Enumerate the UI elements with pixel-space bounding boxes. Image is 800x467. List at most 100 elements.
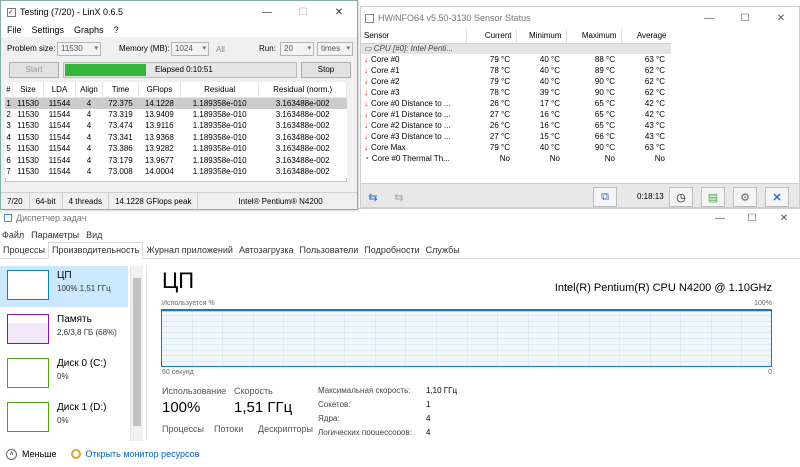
sidebar-scrollbar-thumb[interactable] — [133, 278, 141, 426]
linx-menu-graphs[interactable]: Graphs — [74, 25, 104, 35]
sensor-value-cell: 27 °C — [489, 110, 510, 119]
linx-close-button[interactable]: ✕ — [321, 7, 357, 18]
open-resource-monitor-link[interactable]: Открыть монитор ресурсов — [70, 449, 199, 459]
sensor-name-cell: ↓ Core #1 — [361, 65, 466, 76]
minimize-button[interactable]: — — [704, 213, 736, 224]
sensor-col-header[interactable]: Current — [466, 29, 517, 44]
sensor-row[interactable]: ↓ Core Max 79 °C 40 °C 90 °C 63 °C — [361, 142, 671, 153]
sidebar-item-disk-0[interactable]: Диск 0 (C:) 0% — [0, 354, 128, 395]
sensor-row[interactable]: ↓ Core #3 78 °C 39 °C 90 °C 62 °C — [361, 87, 671, 98]
table-row[interactable]: 2 11530 11544 4 73.319 13.9409 1.189358e-010 3.… — [5, 109, 347, 121]
logical-processors-label: Логических процессоров: — [318, 428, 412, 435]
linx-menu-help[interactable]: ? — [114, 25, 119, 35]
table-row[interactable]: 4 11530 11544 4 73.341 13.9368 1.189358e-010 3.… — [5, 132, 347, 144]
tab-performance[interactable]: Производительность — [48, 242, 144, 259]
table-cell: 1.189358e-010 — [192, 144, 247, 154]
cpu-pane-title: ЦП — [162, 268, 195, 293]
linx-minimize-button[interactable]: — — [249, 7, 285, 18]
sensor-row[interactable]: ↓ Core #0 Distance to ... 26 °C 17 °C 65 °C 4… — [361, 98, 671, 109]
menu-view[interactable]: Вид — [86, 230, 102, 240]
table-cell: 1.189358e-010 — [192, 109, 247, 119]
tab-app-history[interactable]: Журнал приложений — [143, 243, 236, 258]
clock-icon[interactable]: ◷ — [669, 187, 693, 207]
network-icon[interactable]: ⧉ — [593, 187, 617, 207]
menu-file[interactable]: Файл — [2, 230, 24, 240]
sensor-row[interactable]: ◔ Core #0 Thermal Th... No No No No — [361, 153, 671, 164]
results-col-header[interactable]: Residual (norm.) — [258, 82, 347, 98]
table-row[interactable]: 5 11530 11544 4 73.386 13.9282 1.189358e-010 3.… — [5, 143, 347, 155]
table-row[interactable]: 1 11530 11544 4 72.375 14.1228 1.189358e-010 3.… — [5, 97, 347, 109]
start-button[interactable]: Start — [9, 62, 59, 78]
arrow-left-right-disabled-icon[interactable]: ⇆ — [389, 187, 409, 207]
tab-services[interactable]: Службы — [423, 243, 463, 258]
close-button[interactable]: ✕ — [768, 213, 800, 224]
temperature-arrow-icon: ↓ — [364, 121, 368, 130]
sensor-col-header[interactable]: Minimum — [516, 29, 567, 44]
sensor-row[interactable]: ↓ Core #1 78 °C 40 °C 89 °C 62 °C — [361, 65, 671, 76]
sensor-row[interactable]: ↓ Core #2 79 °C 40 °C 90 °C 62 °C — [361, 76, 671, 87]
results-col-header[interactable]: Size — [12, 82, 45, 98]
tab-users[interactable]: Пользователи — [297, 243, 362, 258]
table-row[interactable]: 6 11530 11544 4 73.179 13.9677 1.189358e-010 3.… — [5, 155, 347, 167]
status-indicator-icon: ◔ — [364, 154, 369, 163]
results-col-header[interactable]: # — [5, 82, 13, 98]
results-col-header[interactable]: GFlops — [138, 82, 181, 98]
tab-startup[interactable]: Автозагрузка — [236, 243, 297, 258]
table-cell: 1.189358e-010 — [192, 132, 247, 142]
results-col-header[interactable]: LDA — [43, 82, 76, 98]
sensor-col-header[interactable]: Average — [621, 29, 672, 44]
linx-menu-file[interactable]: File — [7, 25, 22, 35]
sidebar-item-memory[interactable]: Память 2,6/3,8 ГБ (68%) — [0, 310, 128, 351]
sensor-value-cell: 78 °C — [489, 66, 510, 75]
table-cell: 14.0004 — [144, 167, 174, 177]
table-cell: 4 — [86, 144, 92, 154]
disk1-thumbnail-graph — [7, 402, 49, 432]
sensor-col-header[interactable]: Maximum — [566, 29, 622, 44]
memory-combo[interactable]: 1024 ▾ — [171, 42, 209, 56]
sensor-value-cell: No — [499, 154, 510, 163]
sensor-row[interactable]: ↓ Core #3 Distance to ... 27 °C 15 °C 66 °C 4… — [361, 131, 671, 142]
test-progress-bar: Elapsed 0:10:51 — [63, 62, 297, 78]
stop-button[interactable]: Stop — [301, 62, 351, 78]
sensor-col-header[interactable]: Sensor — [361, 29, 467, 44]
graph-label-max: 100% — [754, 300, 772, 307]
sidebar-scrollbar[interactable] — [130, 266, 143, 441]
sensor-group-row[interactable]: ▭ CPU [#0]: Intel Penti... — [361, 43, 671, 54]
sidebar-item-disk-1[interactable]: Диск 1 (D:) 0% — [0, 398, 128, 439]
sensor-name-cell: ◔ Core #0 Thermal Th... — [361, 153, 466, 164]
report-icon[interactable]: ▤ — [701, 187, 725, 207]
menu-options[interactable]: Параметры — [31, 230, 79, 240]
linx-menu-settings[interactable]: Settings — [32, 25, 65, 35]
table-cell: 73.319 — [108, 109, 133, 119]
sensor-row[interactable]: ↓ Core #1 Distance to ... 27 °C 16 °C 65 °C 4… — [361, 109, 671, 120]
run-count-combo[interactable]: 20 ▾ — [280, 42, 314, 56]
sidebar-item-cpu[interactable]: ЦП 100% 1,51 ГГц — [0, 266, 128, 307]
sensor-row[interactable]: ↓ Core #0 79 °C 40 °C 88 °C 63 °C — [361, 54, 671, 65]
hwinfo-minimize-button[interactable]: — — [691, 13, 727, 24]
table-row[interactable]: 7 11530 11544 4 73.008 14.0004 1.189358e-010 3.… — [5, 166, 347, 178]
chevron-down-icon: ▾ — [346, 45, 350, 52]
settings-icon[interactable]: ⚙ — [733, 187, 757, 207]
results-col-header[interactable]: Residual — [180, 82, 260, 98]
arrow-left-right-icon[interactable]: ⇆ — [363, 187, 383, 207]
table-cell: 3.163488e-002 — [275, 121, 330, 131]
maximize-button[interactable]: ☐ — [736, 213, 768, 224]
linx-maximize-button[interactable]: ☐ — [285, 7, 321, 18]
run-unit-combo[interactable]: times ▾ — [317, 42, 353, 56]
status-threads: 4 threads — [63, 193, 109, 209]
fewer-details-button[interactable]: ˄ Меньше — [6, 448, 57, 460]
tab-processes[interactable]: Процессы — [0, 243, 48, 258]
hwinfo-elapsed-time: 0:18:13 — [637, 192, 664, 201]
hwinfo-maximize-button[interactable]: ☐ — [727, 13, 763, 24]
sensor-row[interactable]: ↓ Core #2 Distance to ... 26 °C 16 °C 65 °C 4… — [361, 120, 671, 131]
cores-label: Ядра: — [318, 414, 340, 423]
problem-size-value: 11530 — [61, 44, 83, 53]
hwinfo-close-button[interactable]: ✕ — [763, 13, 799, 24]
all-checkbox-label[interactable]: All — [216, 45, 225, 54]
close-sensors-icon[interactable]: ✕ — [765, 187, 789, 207]
problem-size-combo[interactable]: 11530 ▾ — [57, 42, 101, 56]
table-row[interactable]: 3 11530 11544 4 73.474 13.9116 1.189358e-010 3.… — [5, 120, 347, 132]
results-col-header[interactable]: Align — [75, 82, 104, 98]
tab-details[interactable]: Подробности — [361, 243, 422, 258]
results-col-header[interactable]: Time — [102, 82, 139, 98]
